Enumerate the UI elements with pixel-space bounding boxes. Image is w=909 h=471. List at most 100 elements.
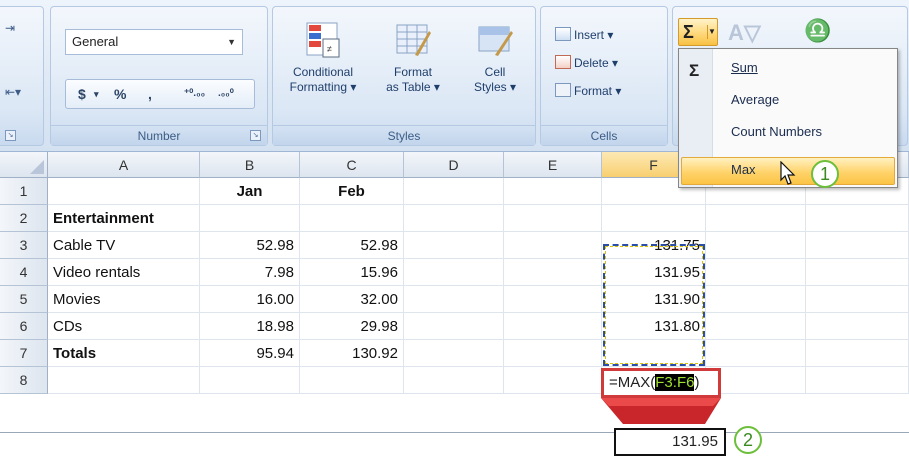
number-format-select[interactable]: General ▼ [65,29,243,55]
cell-e1[interactable] [504,178,602,205]
row-header-6[interactable]: 6 [0,313,48,340]
cell-b3[interactable]: 52.98 [200,232,300,259]
find-select-icon[interactable]: ♎ [804,18,831,44]
cell-g7[interactable] [706,340,806,367]
column-header-d[interactable]: D [404,152,504,178]
alignment-group-partial: ⇥ ⇤▾ ↘ [0,6,44,146]
row-header-1[interactable]: 1 [0,178,48,205]
menu-item-sum[interactable]: Sum [731,57,758,79]
sort-filter-icon[interactable]: A▽ [728,20,761,46]
cell-h6[interactable] [806,313,909,340]
cell-h2[interactable] [806,205,909,232]
delete-button[interactable]: Delete ▾ [555,53,618,73]
row-header-8[interactable]: 8 [0,367,48,394]
cell-a3[interactable]: Cable TV [48,232,200,259]
cell-g5[interactable] [706,286,806,313]
cell-b2[interactable] [200,205,300,232]
format-button[interactable]: Format ▾ [555,81,621,101]
cell-d1[interactable] [404,178,504,205]
cell-b4[interactable]: 7.98 [200,259,300,286]
cell-a2[interactable]: Entertainment [48,205,200,232]
autosum-button[interactable]: Σ ▼ [678,18,718,46]
autosum-dropdown-icon[interactable]: ▼ [707,25,716,39]
cell-d5[interactable] [404,286,504,313]
cell-b5[interactable]: 16.00 [200,286,300,313]
increase-decimal-icon[interactable]: ⁺⁰.₀₀ [184,80,205,108]
result-cell[interactable]: 131.95 [614,428,726,456]
cell-d8[interactable] [404,367,504,394]
cell-b1[interactable]: Jan [200,178,300,205]
align-icon[interactable]: ⇥ [5,21,15,35]
cell-h5[interactable] [806,286,909,313]
cell-e7[interactable] [504,340,602,367]
column-header-c[interactable]: C [300,152,404,178]
menu-item-max[interactable]: Max [731,159,756,181]
merge-icon[interactable]: ⇤▾ [5,85,21,99]
cell-d4[interactable] [404,259,504,286]
row-header-2[interactable]: 2 [0,205,48,232]
column-header-e[interactable]: E [504,152,602,178]
cell-d7[interactable] [404,340,504,367]
menu-item-count-numbers[interactable]: Count Numbers [731,121,822,143]
row-header-4[interactable]: 4 [0,259,48,286]
alignment-launcher-icon[interactable]: ↘ [5,130,16,141]
cell-a8[interactable] [48,367,200,394]
row-header-5[interactable]: 5 [0,286,48,313]
cell-e2[interactable] [504,205,602,232]
menu-item-average[interactable]: Average [731,89,779,111]
formula-cell-f7[interactable]: =MAX(F3:F6) [601,368,721,398]
comma-button[interactable]: , [148,80,152,108]
cell-c3[interactable]: 52.98 [300,232,404,259]
row-header-7[interactable]: 7 [0,340,48,367]
column-header-a[interactable]: A [48,152,200,178]
cell-e6[interactable] [504,313,602,340]
cell-c5[interactable]: 32.00 [300,286,404,313]
cell-b8[interactable] [200,367,300,394]
cell-d6[interactable] [404,313,504,340]
cell-c8[interactable] [300,367,404,394]
cell-a7[interactable]: Totals [48,340,200,367]
cell-a4[interactable]: Video rentals [48,259,200,286]
cell-d2[interactable] [404,205,504,232]
format-as-table-icon [393,19,433,61]
cell-e4[interactable] [504,259,602,286]
currency-button[interactable]: $ [78,80,86,108]
cell-g8[interactable] [706,367,806,394]
insert-button[interactable]: Insert ▾ [555,25,613,45]
cell-h7[interactable] [806,340,909,367]
cell-h8[interactable] [806,367,909,394]
cell-b6[interactable]: 18.98 [200,313,300,340]
cell-g3[interactable] [706,232,806,259]
format-as-table-button[interactable]: Format as Table ▾ [373,19,453,95]
row-header-3[interactable]: 3 [0,232,48,259]
svg-text:≠: ≠ [327,44,332,54]
cell-styles-line2: Styles ▾ [473,80,517,94]
cell-c2[interactable] [300,205,404,232]
number-launcher-icon[interactable]: ↘ [250,130,261,141]
cell-c1[interactable]: Feb [300,178,404,205]
cell-a1[interactable] [48,178,200,205]
conditional-formatting-button[interactable]: ≠ Conditional Formatting ▾ [279,19,367,95]
cell-d3[interactable] [404,232,504,259]
cell-g6[interactable] [706,313,806,340]
cell-c7[interactable]: 130.92 [300,340,404,367]
cell-f2[interactable] [602,205,706,232]
cell-a6[interactable]: CDs [48,313,200,340]
cell-g2[interactable] [706,205,806,232]
cell-styles-button[interactable]: Cell Styles ▾ [459,19,531,95]
cell-h3[interactable] [806,232,909,259]
currency-dropdown-icon[interactable]: ▾ [94,80,99,108]
cell-c4[interactable]: 15.96 [300,259,404,286]
cell-h4[interactable] [806,259,909,286]
cell-e8[interactable] [504,367,602,394]
cell-g4[interactable] [706,259,806,286]
cell-c6[interactable]: 29.98 [300,313,404,340]
cell-a5[interactable]: Movies [48,286,200,313]
percent-button[interactable]: % [114,80,126,108]
select-all-corner[interactable] [0,152,48,178]
column-header-b[interactable]: B [200,152,300,178]
cell-e3[interactable] [504,232,602,259]
decrease-decimal-icon[interactable]: .₀₀⁰ [218,80,234,108]
cell-e5[interactable] [504,286,602,313]
cell-b7[interactable]: 95.94 [200,340,300,367]
